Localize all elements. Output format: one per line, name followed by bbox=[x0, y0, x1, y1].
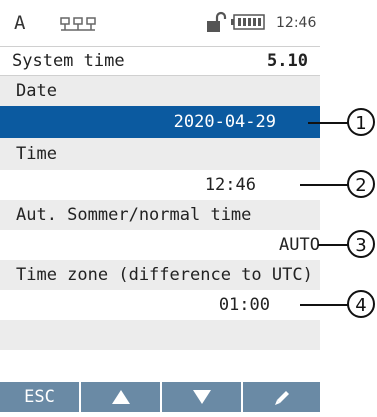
callout-line-4 bbox=[300, 304, 348, 306]
device-screen: A 12:46 System time 5.10 Date 2020-04-29… bbox=[0, 0, 320, 412]
date-field[interactable]: 2020-04-29 bbox=[0, 106, 320, 138]
dst-label: Aut. Sommer/normal time bbox=[16, 205, 252, 225]
network-icon bbox=[60, 17, 96, 31]
callout-line-2 bbox=[300, 184, 348, 186]
up-button[interactable] bbox=[81, 382, 162, 412]
up-arrow-icon bbox=[111, 390, 130, 404]
callout-2: 2 bbox=[347, 170, 375, 198]
callout-line-3 bbox=[318, 244, 348, 246]
edit-button[interactable] bbox=[243, 382, 322, 412]
date-label-row: Date bbox=[0, 76, 320, 106]
timezone-value: 01:00 bbox=[218, 295, 270, 315]
esc-label: ESC bbox=[24, 387, 55, 407]
dst-field[interactable]: AUTO bbox=[0, 230, 320, 260]
date-label: Date bbox=[16, 81, 57, 101]
clock: 12:46 bbox=[276, 15, 317, 31]
down-button[interactable] bbox=[162, 382, 243, 412]
timezone-field[interactable]: 01:00 bbox=[0, 290, 320, 320]
time-value: 12:46 bbox=[204, 175, 256, 195]
time-label: Time bbox=[16, 144, 57, 164]
menu-version: 5.10 bbox=[267, 51, 308, 71]
time-field[interactable]: 12:46 bbox=[0, 170, 320, 200]
menu-title: System time bbox=[12, 51, 125, 71]
callout-line-1 bbox=[308, 122, 348, 124]
menu-header: System time 5.10 bbox=[0, 46, 320, 76]
timezone-label-row: Time zone (difference to UTC) bbox=[0, 260, 320, 290]
callout-3: 3 bbox=[347, 230, 375, 258]
esc-button[interactable]: ESC bbox=[0, 382, 81, 412]
pencil-icon bbox=[274, 391, 289, 405]
function-key-bar: ESC bbox=[0, 382, 320, 412]
dst-label-row: Aut. Sommer/normal time bbox=[0, 200, 320, 230]
unlock-icon bbox=[207, 11, 227, 32]
dst-value: AUTO bbox=[279, 235, 320, 255]
date-value: 2020-04-29 bbox=[173, 112, 276, 132]
callout-4: 4 bbox=[347, 290, 375, 318]
mode-indicator: A bbox=[14, 12, 26, 34]
down-arrow-icon bbox=[192, 390, 211, 404]
time-label-row: Time bbox=[0, 138, 320, 170]
timezone-label: Time zone (difference to UTC) bbox=[16, 265, 313, 285]
status-bar: A 12:46 bbox=[0, 0, 320, 46]
empty-row bbox=[0, 320, 320, 350]
callout-1: 1 bbox=[347, 108, 375, 136]
battery-icon bbox=[231, 14, 265, 30]
